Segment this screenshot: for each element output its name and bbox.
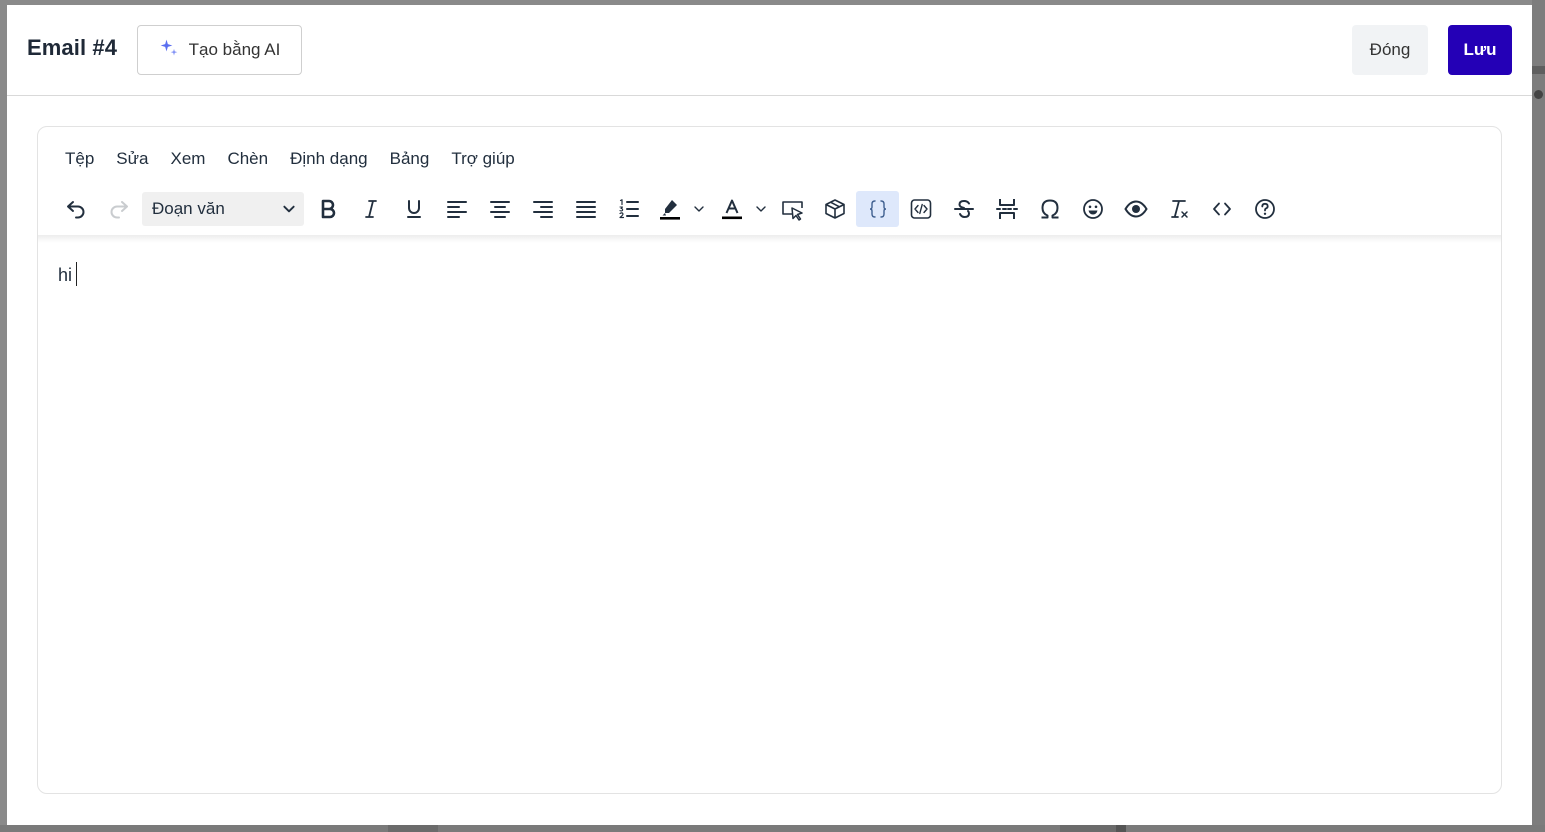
block-format-select[interactable]: Đoạn văn — [142, 192, 304, 226]
editor-body-text[interactable]: hi — [58, 262, 78, 286]
email-editor-modal: Email #4 Tạo bằng AI Đóng Lưu Tệp Sửa Xe… — [7, 5, 1532, 825]
menu-view[interactable]: Xem — [159, 145, 216, 173]
menu-table[interactable]: Bảng — [379, 145, 441, 173]
text-color-dropdown[interactable] — [752, 191, 770, 227]
sparkle-icon — [159, 38, 179, 63]
backdrop-dot — [1534, 90, 1543, 99]
align-justify-icon — [575, 201, 596, 218]
menu-format[interactable]: Định dạng — [279, 145, 379, 173]
code-snippet-button[interactable] — [899, 191, 942, 227]
close-button[interactable]: Đóng — [1352, 25, 1428, 75]
chevron-down-icon — [694, 206, 704, 212]
strikethrough-icon — [953, 199, 974, 219]
help-icon — [1254, 199, 1275, 219]
source-code-button[interactable] — [1200, 191, 1243, 227]
chevron-down-icon — [756, 206, 766, 212]
align-right-button[interactable] — [521, 191, 564, 227]
curly-braces-icon — [869, 200, 886, 218]
highlight-color-split-button[interactable] — [650, 191, 708, 227]
menu-file[interactable]: Tệp — [54, 145, 105, 173]
page-break-icon — [995, 199, 1018, 219]
underline-icon — [406, 200, 421, 218]
menu-edit[interactable]: Sửa — [105, 145, 159, 173]
emoji-button[interactable] — [1071, 191, 1114, 227]
modal-header: Email #4 Tạo bằng AI Đóng Lưu — [7, 5, 1532, 96]
bold-icon — [321, 199, 335, 219]
italic-button[interactable] — [349, 191, 392, 227]
page-break-button[interactable] — [985, 191, 1028, 227]
source-code-icon — [1212, 202, 1231, 216]
ai-button-label: Tạo bằng AI — [188, 40, 281, 59]
merge-tags-button[interactable] — [856, 191, 899, 227]
clear-format-icon — [1170, 200, 1188, 218]
redo-button[interactable] — [97, 191, 140, 227]
text-color-split-button[interactable] — [712, 191, 770, 227]
menu-insert[interactable]: Chèn — [216, 145, 279, 173]
emoji-icon — [1082, 199, 1103, 219]
backdrop-segment — [388, 825, 438, 832]
block-format-value: Đoạn văn — [152, 199, 225, 218]
editor-toolbar: Đoạn văn — [54, 189, 1484, 229]
generate-with-ai-button[interactable]: Tạo bằng AI — [137, 25, 302, 75]
undo-button[interactable] — [54, 191, 97, 227]
special-character-button[interactable] — [1028, 191, 1071, 227]
select-element-button[interactable] — [770, 191, 813, 227]
backdrop-right — [1532, 0, 1545, 832]
align-justify-button[interactable] — [564, 191, 607, 227]
align-left-icon — [446, 201, 467, 218]
numbered-list-button[interactable] — [607, 191, 650, 227]
chevron-down-icon — [283, 205, 295, 213]
backdrop-bottom — [0, 825, 1545, 832]
editor-content-area[interactable]: hi — [38, 237, 1501, 793]
align-center-button[interactable] — [478, 191, 521, 227]
omega-icon — [1041, 199, 1058, 219]
numbered-list-icon — [618, 199, 639, 219]
box-icon — [824, 199, 845, 219]
editor-paragraph: hi — [58, 265, 73, 285]
help-button[interactable] — [1243, 191, 1286, 227]
highlight-color-button[interactable] — [650, 191, 690, 227]
italic-icon — [364, 200, 377, 218]
preview-eye-icon — [1123, 200, 1148, 218]
rich-text-editor: Tệp Sửa Xem Chèn Định dạng Bảng Trợ giúp… — [37, 126, 1502, 794]
align-left-button[interactable] — [435, 191, 478, 227]
backdrop-segment — [1060, 825, 1116, 832]
redo-icon — [110, 201, 128, 219]
insert-block-button[interactable] — [813, 191, 856, 227]
text-color-icon — [722, 199, 742, 220]
undo-icon — [66, 201, 84, 219]
cursor-select-icon — [781, 201, 803, 221]
align-right-icon — [532, 201, 553, 218]
clear-formatting-button[interactable] — [1157, 191, 1200, 227]
align-center-icon — [489, 201, 510, 218]
preview-button[interactable] — [1114, 191, 1157, 227]
underline-button[interactable] — [392, 191, 435, 227]
backdrop-segment — [1116, 825, 1126, 832]
bold-button[interactable] — [306, 191, 349, 227]
modal-title: Email #4 — [27, 35, 118, 60]
save-button[interactable]: Lưu — [1448, 25, 1512, 75]
strikethrough-button[interactable] — [942, 191, 985, 227]
text-caret — [76, 262, 78, 286]
backdrop-tab — [1532, 66, 1545, 74]
highlight-color-dropdown[interactable] — [690, 191, 708, 227]
code-tag-icon — [910, 199, 931, 219]
editor-menubar: Tệp Sửa Xem Chèn Định dạng Bảng Trợ giúp — [54, 141, 526, 177]
highlight-color-icon — [660, 200, 680, 220]
menu-help[interactable]: Trợ giúp — [440, 145, 525, 173]
text-color-button[interactable] — [712, 191, 752, 227]
